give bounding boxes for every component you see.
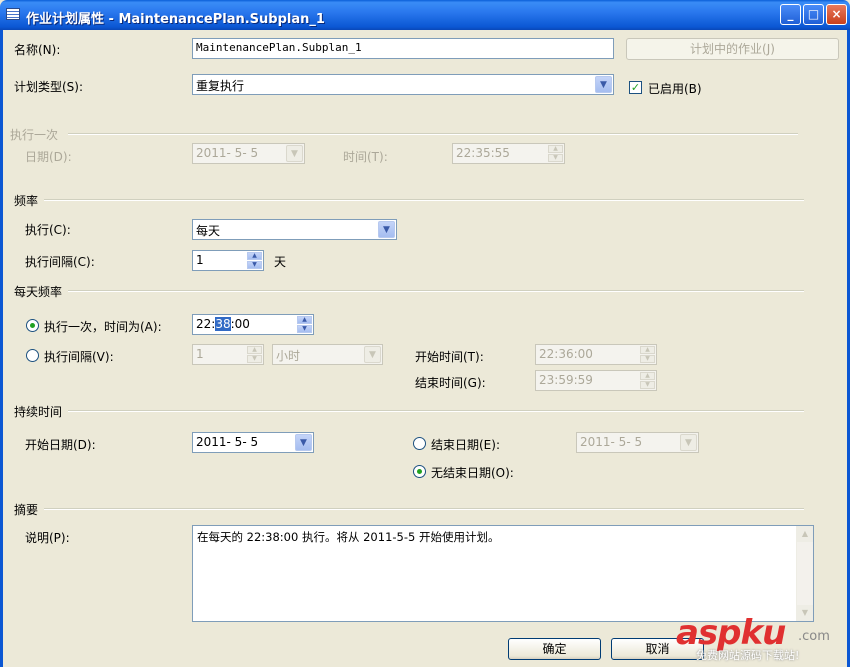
occurs-label: 执行(C): [25, 223, 71, 237]
name-input[interactable]: MaintenancePlan.Subplan_1 [192, 38, 614, 59]
end-time-spinner[interactable]: 23:59:59 ▲ ▼ [535, 370, 657, 391]
end-time-value: 23:59:59 [539, 373, 593, 387]
spin-down-icon[interactable]: ▼ [247, 261, 262, 269]
frequency-section-title: 频率 [14, 194, 39, 208]
summary-section-title: 摘要 [14, 503, 39, 517]
end-date-picker[interactable]: 2011- 5- 5 ▼ [576, 432, 699, 453]
no-end-date-label: 无结束日期(O): [431, 466, 514, 480]
occurs-once-time-suffix: :00 [230, 317, 250, 331]
spin-down-icon[interactable]: ▼ [297, 325, 312, 333]
description-label: 说明(P): [25, 531, 70, 545]
spin-up-icon[interactable]: ▲ [247, 346, 262, 354]
occurs-every-value: 1 [196, 347, 204, 361]
spin-up-icon[interactable]: ▲ [640, 372, 655, 380]
description-text: 在每天的 22:38:00 执行。将从 2011-5-5 开始使用计划。 [197, 530, 500, 544]
title-bar[interactable]: 作业计划属性 - MaintenancePlan.Subplan_1 _ □ × [0, 0, 850, 30]
spin-up-icon[interactable]: ▲ [247, 252, 262, 260]
daily-frequency-divider [68, 290, 804, 292]
watermark-domain: .com [798, 629, 830, 644]
occurs-every-spinner[interactable]: 1 ▲ ▼ [192, 344, 264, 365]
maximize-button[interactable]: □ [803, 4, 824, 25]
end-time-label: 结束时间(G): [415, 376, 486, 390]
end-date-label: 结束日期(E): [431, 438, 500, 452]
duration-section-title: 持续时间 [14, 405, 63, 419]
chevron-down-icon[interactable]: ▼ [286, 145, 303, 162]
end-date-value: 2011- 5- 5 [580, 435, 643, 449]
summary-divider [44, 508, 804, 510]
description-textarea[interactable]: 在每天的 22:38:00 执行。将从 2011-5-5 开始使用计划。 ▲ ▼ [192, 525, 814, 622]
watermark-tagline: 免费网站源码下载站! [696, 649, 800, 662]
start-time-value: 22:36:00 [539, 347, 593, 361]
occurs-every-radio[interactable] [26, 349, 39, 362]
jobs-in-schedule-button[interactable]: 计划中的作业(J) [626, 38, 839, 60]
name-label: 名称(N): [14, 43, 61, 57]
schedule-type-label: 计划类型(S): [14, 80, 84, 94]
chevron-down-icon[interactable]: ▼ [364, 346, 381, 363]
occurs-once-time-prefix: 22: [196, 317, 216, 331]
schedule-type-select[interactable]: 重复执行 ▼ [192, 74, 614, 95]
spin-up-icon[interactable]: ▲ [297, 316, 312, 324]
occurs-every-label: 执行间隔(V): [44, 350, 114, 364]
start-time-spinner[interactable]: 22:36:00 ▲ ▼ [535, 344, 657, 365]
occurs-once-time-selected[interactable]: 38 [215, 317, 231, 331]
chevron-down-icon[interactable]: ▼ [595, 76, 612, 93]
spin-down-icon[interactable]: ▼ [640, 355, 655, 363]
occurs-every-unit-value: 小时 [276, 349, 301, 363]
start-date-picker[interactable]: 2011- 5- 5 ▼ [192, 432, 314, 453]
duration-divider [68, 410, 804, 412]
minimize-button[interactable]: _ [780, 4, 801, 25]
start-date-label: 开始日期(D): [25, 438, 96, 452]
spin-down-icon[interactable]: ▼ [640, 381, 655, 389]
one-time-date-label: 日期(D): [25, 150, 72, 164]
enabled-checkbox[interactable]: ✓ [629, 81, 642, 94]
occurs-once-radio[interactable] [26, 319, 39, 332]
ok-button[interactable]: 确定 [508, 638, 601, 660]
occurs-every-unit-select[interactable]: 小时 ▼ [272, 344, 383, 365]
start-time-label: 开始时间(T): [415, 350, 484, 364]
one-time-date-value: 2011- 5- 5 [196, 146, 259, 160]
window-app-icon [6, 8, 20, 20]
spin-down-icon[interactable]: ▼ [247, 355, 262, 363]
spin-up-icon[interactable]: ▲ [640, 346, 655, 354]
one-time-time-spinner[interactable]: 22:35:55 ▲ ▼ [452, 143, 565, 164]
chevron-down-icon[interactable]: ▼ [295, 434, 312, 451]
occurs-once-time-spinner[interactable]: 22:38:00 ▲ ▼ [192, 314, 314, 335]
schedule-type-value: 重复执行 [196, 79, 245, 93]
close-button[interactable]: × [826, 4, 847, 25]
frequency-divider [44, 199, 804, 201]
watermark-logo: aspku .com 免费网站源码下载站! [676, 613, 844, 662]
occurs-select[interactable]: 每天 ▼ [192, 219, 397, 240]
spin-down-icon[interactable]: ▼ [548, 154, 563, 162]
no-end-date-radio[interactable] [413, 465, 426, 478]
recurs-every-value: 1 [196, 253, 204, 267]
one-time-divider [68, 133, 798, 135]
one-time-date-picker[interactable]: 2011- 5- 5 ▼ [192, 143, 305, 164]
window-title: 作业计划属性 - MaintenancePlan.Subplan_1 [26, 12, 325, 27]
occurs-value: 每天 [196, 224, 221, 238]
one-time-section-title: 执行一次 [10, 128, 59, 142]
description-scrollbar[interactable]: ▲ ▼ [796, 526, 813, 621]
spin-up-icon[interactable]: ▲ [548, 145, 563, 153]
occurs-once-label: 执行一次，时间为(A): [44, 320, 162, 334]
chevron-down-icon[interactable]: ▼ [378, 221, 395, 238]
one-time-time-value: 22:35:55 [456, 146, 510, 160]
recurs-every-label: 执行间隔(C): [25, 255, 95, 269]
enabled-label: 已启用(B) [648, 82, 702, 96]
scroll-up-icon[interactable]: ▲ [797, 526, 813, 542]
end-date-radio[interactable] [413, 437, 426, 450]
recurs-every-spinner[interactable]: 1 ▲ ▼ [192, 250, 264, 271]
recurs-every-unit: 天 [274, 255, 287, 269]
chevron-down-icon[interactable]: ▼ [680, 434, 697, 451]
one-time-time-label: 时间(T): [343, 150, 388, 164]
start-date-value: 2011- 5- 5 [196, 435, 259, 449]
daily-frequency-section-title: 每天频率 [14, 285, 63, 299]
